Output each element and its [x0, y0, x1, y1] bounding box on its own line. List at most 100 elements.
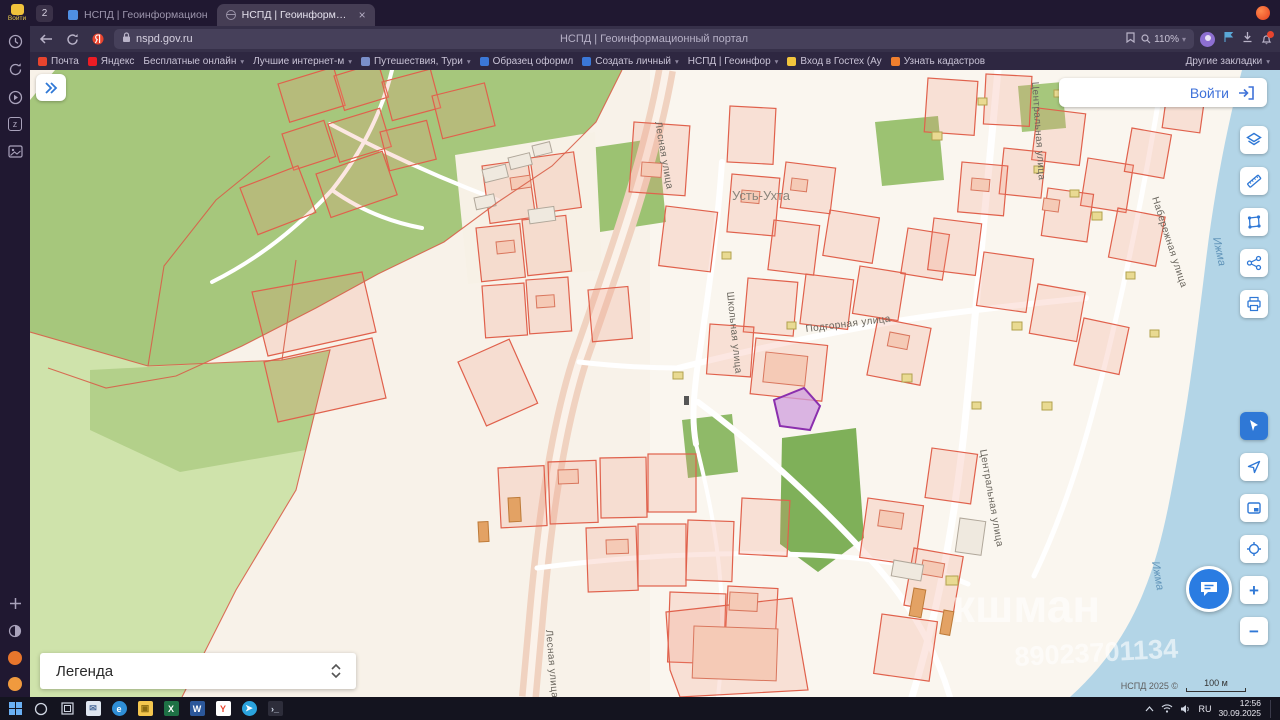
browser-account-icon[interactable] [1200, 31, 1215, 47]
legend-panel[interactable]: Легенда [40, 653, 356, 689]
url-field[interactable]: nspd.gov.ru НСПД | Геоинформационный пор… [114, 29, 1194, 49]
sync-icon[interactable] [7, 61, 23, 77]
login-button[interactable]: Войти [1059, 78, 1267, 107]
add-panel-icon[interactable] [7, 595, 23, 611]
frame-icon [1247, 502, 1261, 514]
start-button[interactable] [2, 697, 28, 720]
chevron-down-icon: ▾ [1266, 56, 1270, 66]
gallery-icon[interactable] [7, 143, 23, 159]
bookmark-item[interactable]: Образец оформл [479, 56, 573, 67]
tab-title: НСПД | Геоинформацион [84, 9, 208, 21]
taskbar-clock[interactable]: 12:56 30.09.2025 [1218, 698, 1261, 718]
history-icon[interactable] [7, 33, 23, 49]
taskview-icon [60, 702, 74, 715]
other-bookmarks-button[interactable]: Другие закладки ▾ [1186, 56, 1270, 67]
refresh-button[interactable] [62, 29, 82, 49]
active-tool-button[interactable] [1240, 412, 1268, 440]
bookmark-folder[interactable]: Бесплатные онлайн ▾ [143, 56, 244, 67]
browser-update-icon[interactable] [1256, 6, 1270, 20]
taskbar-app-word[interactable]: W [184, 697, 210, 720]
zoom-control[interactable]: 110% ▾ [1141, 34, 1186, 45]
bookmark-label: Лучшие интернет-м [253, 55, 345, 67]
layers-button[interactable] [1240, 126, 1268, 154]
expand-collapse-icon [331, 663, 341, 679]
bookmark-flag-icon[interactable] [1126, 30, 1135, 48]
bookmarks-bar: Почта Яндекс Бесплатные онлайн ▾ Лучшие и… [30, 52, 1280, 70]
bookmark-label: Путешествия, Тури [373, 55, 463, 67]
bookmark-folder[interactable]: НСПД | Геоинфор ▾ [688, 56, 779, 67]
taskbar-app-terminal[interactable]: ›_ [262, 697, 288, 720]
bookmark-folder[interactable]: Лучшие интернет-м ▾ [253, 56, 352, 67]
expand-panel-button[interactable] [36, 74, 66, 101]
taskbar-app-mail[interactable]: ✉ [80, 697, 106, 720]
wifi-icon[interactable] [1161, 704, 1173, 713]
back-button[interactable] [36, 29, 56, 49]
bookmark-favicon-icon [87, 56, 97, 66]
legend-label: Легенда [56, 662, 114, 680]
downloads-icon[interactable] [1242, 30, 1253, 48]
taskbar-app-explorer[interactable]: ▣ [132, 697, 158, 720]
bookmarks-list: Почта Яндекс Бесплатные онлайн ▾ Лучшие и… [38, 56, 1176, 67]
target-icon [1247, 542, 1261, 556]
chevron-down-icon: ▾ [240, 56, 245, 66]
taskbar-app-telegram[interactable]: ➤ [236, 697, 262, 720]
map-attribution: НСПД 2025 © 100 м [1121, 678, 1246, 692]
browser-side-panel: z [0, 26, 30, 697]
bookmark-favicon-icon [890, 56, 900, 66]
volume-icon[interactable] [1180, 704, 1191, 714]
overview-map-button[interactable] [1240, 494, 1268, 522]
taskbar-app-edge[interactable]: e [106, 697, 132, 720]
zoom-in-button[interactable]: + [1240, 576, 1268, 604]
chevron-down-icon: ▾ [348, 56, 352, 66]
zen-icon[interactable]: z [8, 117, 22, 131]
area-select-button[interactable] [1240, 208, 1268, 236]
poi-marker [684, 396, 689, 405]
scale-label: 100 м [1204, 678, 1228, 688]
language-indicator[interactable]: RU [1198, 704, 1211, 714]
address-bar: nspd.gov.ru НСПД | Геоинформационный пор… [30, 26, 1280, 52]
bookmark-item[interactable]: Яндекс [87, 56, 134, 67]
lock-icon [122, 30, 131, 48]
my-location-button[interactable] [1240, 453, 1268, 481]
alice-icon[interactable] [8, 651, 22, 665]
theme-icon[interactable] [7, 623, 23, 639]
action-center-button[interactable] [1270, 699, 1276, 718]
bookmark-item[interactable]: Вход в Гостех (Ау [787, 56, 882, 67]
search-icon [34, 702, 48, 715]
map-canvas[interactable]: Лесная улица Лесная улица Школьная улица… [30, 70, 1280, 697]
profile-label: Войти [7, 15, 27, 22]
search-button[interactable] [28, 697, 54, 720]
services-icon[interactable] [8, 677, 22, 691]
bookmark-label: НСПД | Геоинфор [687, 55, 771, 67]
cursor-icon [1250, 420, 1258, 431]
taskbar-app-excel[interactable]: X [158, 697, 184, 720]
page-title: НСПД | Геоинформационный портал [559, 33, 749, 45]
globe-favicon-icon [225, 10, 236, 20]
bookmark-item[interactable]: Узнать кадастров [890, 55, 986, 67]
tab-close-icon[interactable]: × [357, 8, 366, 22]
taskbar-app-yandex[interactable]: Y [210, 697, 236, 720]
share-button[interactable] [1240, 249, 1268, 277]
share-icon [1246, 255, 1262, 271]
measure-button[interactable] [1240, 167, 1268, 195]
flag-icon[interactable] [1223, 30, 1234, 48]
taskview-button[interactable] [54, 697, 80, 720]
chat-button[interactable] [1186, 566, 1232, 612]
browser-profile-button[interactable]: Войти [0, 0, 34, 26]
yandex-service-icon[interactable] [88, 29, 108, 49]
tray-chevron-icon[interactable] [1145, 705, 1154, 712]
bookmark-item[interactable]: Почта [38, 56, 79, 67]
login-label: Войти [1189, 84, 1229, 101]
print-button[interactable] [1240, 290, 1268, 318]
bookmark-favicon-icon [360, 56, 370, 66]
tab-counter-button[interactable]: 2 [36, 4, 53, 22]
locate-button[interactable] [1240, 535, 1268, 563]
play-icon[interactable] [7, 89, 23, 105]
bookmark-label: Узнать кадастров [903, 55, 986, 67]
zoom-out-button[interactable]: − [1240, 617, 1268, 645]
bookmark-folder[interactable]: Путешествия, Тури ▾ [360, 55, 471, 67]
tab-active[interactable]: НСПД | Геоинформац... × [216, 4, 375, 26]
tab-inactive[interactable]: НСПД | Геоинформацион [59, 4, 217, 26]
bookmark-folder[interactable]: Создать личный ▾ [582, 56, 679, 67]
notifications-icon[interactable] [1261, 31, 1274, 45]
